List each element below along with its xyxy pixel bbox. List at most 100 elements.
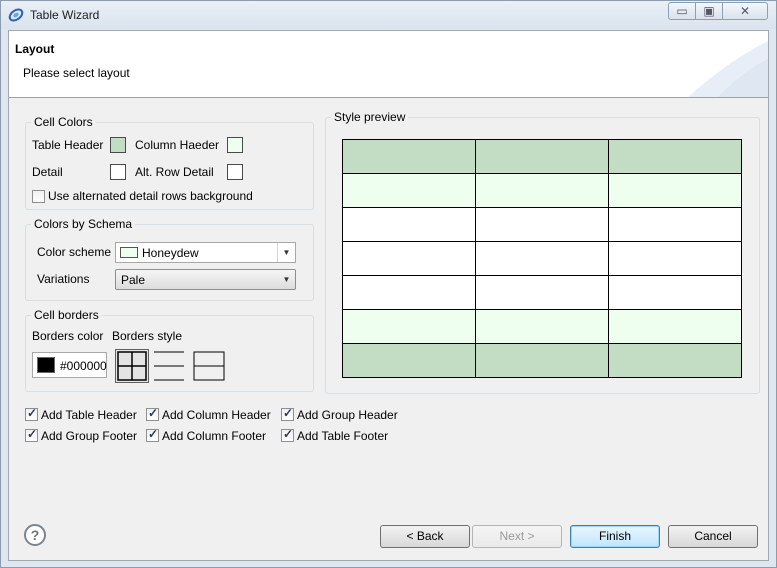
window-title: Table Wizard bbox=[30, 8, 100, 22]
color-scheme-label: Color scheme bbox=[37, 245, 112, 259]
add-column-header-checkbox[interactable]: ✓ bbox=[146, 406, 159, 421]
column-header-color-label: Column Haeder bbox=[135, 138, 220, 152]
border-style-outline-button[interactable] bbox=[192, 349, 226, 383]
add-column-footer-checkbox[interactable]: ✓ bbox=[146, 427, 159, 442]
color-scheme-swatch bbox=[120, 247, 138, 258]
preview-cell bbox=[608, 275, 742, 310]
header-decoration-icon bbox=[688, 41, 768, 97]
add-table-footer-label: Add Table Footer bbox=[297, 429, 389, 443]
add-group-footer-checkbox[interactable]: ✓ bbox=[25, 427, 38, 442]
preview-cell bbox=[342, 207, 476, 242]
cell-borders-legend: Cell borders bbox=[31, 308, 102, 322]
page-title: Layout bbox=[15, 42, 55, 56]
borders-color-chip bbox=[37, 357, 55, 373]
column-header-color-swatch[interactable] bbox=[227, 137, 243, 153]
add-column-footer-label: Add Column Footer bbox=[162, 429, 267, 443]
preview-cell bbox=[475, 241, 609, 276]
checkmark-icon: ✓ bbox=[27, 406, 38, 420]
add-group-header-checkbox[interactable]: ✓ bbox=[281, 406, 294, 421]
borders-style-label: Borders style bbox=[112, 329, 183, 343]
border-style-all-button[interactable] bbox=[115, 349, 149, 383]
title-bar: Table Wizard ▭ ▣ ✕ bbox=[1, 1, 776, 29]
borders-color-value: #000000 bbox=[60, 359, 107, 373]
preview-cell bbox=[342, 343, 476, 378]
table-wizard-window: Table Wizard ▭ ▣ ✕ Layout Please select … bbox=[0, 0, 777, 568]
close-icon: ✕ bbox=[739, 4, 751, 18]
preview-cell bbox=[342, 173, 476, 208]
wizard-client-area: Layout Please select layout Cell Colors … bbox=[8, 30, 769, 561]
detail-color-label: Detail bbox=[32, 165, 63, 179]
cell-colors-legend: Cell Colors bbox=[31, 115, 96, 129]
table-header-color-label: Table Header bbox=[32, 138, 104, 152]
preview-cell bbox=[342, 241, 476, 276]
checkmark-icon: ✓ bbox=[283, 406, 294, 420]
preview-cell bbox=[608, 207, 742, 242]
border-horizontal-icon bbox=[154, 351, 184, 381]
wizard-header: Layout Please select layout bbox=[9, 31, 768, 98]
add-table-header-label: Add Table Header bbox=[41, 408, 137, 422]
checkmark-icon: ✓ bbox=[148, 427, 159, 441]
preview-cell bbox=[608, 309, 742, 344]
preview-header-row bbox=[342, 139, 742, 174]
preview-column-footer-row bbox=[342, 309, 742, 344]
help-button[interactable]: ? bbox=[24, 524, 46, 546]
maximize-icon: ▣ bbox=[703, 4, 715, 18]
color-scheme-combo[interactable]: Honeydew ▼ bbox=[115, 242, 296, 263]
checkmark-icon: ✓ bbox=[283, 427, 294, 441]
add-column-header-label: Add Column Header bbox=[162, 408, 271, 422]
variations-value: Pale bbox=[121, 273, 146, 287]
next-button[interactable]: Next > bbox=[472, 525, 562, 548]
border-outline-icon bbox=[193, 351, 225, 381]
page-description: Please select layout bbox=[23, 66, 130, 80]
preview-cell bbox=[475, 207, 609, 242]
variations-select[interactable]: Pale ▼ bbox=[115, 269, 296, 290]
add-table-footer-checkbox[interactable]: ✓ bbox=[281, 427, 294, 442]
app-logo-icon bbox=[8, 8, 24, 22]
close-button[interactable]: ✕ bbox=[722, 2, 768, 20]
style-preview-table bbox=[342, 139, 742, 378]
preview-cell bbox=[608, 241, 742, 276]
style-preview-legend: Style preview bbox=[331, 110, 409, 124]
back-button[interactable]: < Back bbox=[380, 525, 470, 548]
preview-cell bbox=[475, 139, 609, 174]
preview-cell bbox=[342, 275, 476, 310]
add-table-header-checkbox[interactable]: ✓ bbox=[25, 406, 38, 421]
minimize-button[interactable]: ▭ bbox=[668, 2, 696, 20]
preview-detail-row bbox=[342, 207, 742, 242]
preview-cell bbox=[475, 173, 609, 208]
border-style-horizontal-button[interactable] bbox=[152, 349, 186, 383]
preview-cell bbox=[475, 343, 609, 378]
preview-cell bbox=[342, 309, 476, 344]
checkmark-icon: ✓ bbox=[148, 406, 159, 420]
chevron-down-icon[interactable]: ▼ bbox=[277, 243, 295, 262]
help-icon: ? bbox=[30, 527, 40, 543]
add-group-header-label: Add Group Header bbox=[297, 408, 398, 422]
preview-cell bbox=[342, 139, 476, 174]
preview-cell bbox=[608, 343, 742, 378]
borders-color-label: Borders color bbox=[32, 329, 104, 343]
alt-row-detail-color-swatch[interactable] bbox=[227, 164, 243, 180]
table-header-color-swatch[interactable] bbox=[110, 137, 126, 153]
add-group-footer-label: Add Group Footer bbox=[41, 429, 138, 443]
colors-by-schema-legend: Colors by Schema bbox=[31, 217, 136, 231]
cancel-button[interactable]: Cancel bbox=[668, 525, 758, 548]
border-all-icon bbox=[117, 351, 147, 381]
checkmark-icon: ✓ bbox=[27, 427, 38, 441]
maximize-button[interactable]: ▣ bbox=[695, 2, 723, 20]
detail-color-swatch[interactable] bbox=[110, 164, 126, 180]
preview-detail-row bbox=[342, 275, 742, 310]
minimize-icon: ▭ bbox=[676, 4, 688, 18]
preview-cell bbox=[475, 275, 609, 310]
preview-footer-row bbox=[342, 343, 742, 378]
variations-label: Variations bbox=[37, 272, 90, 286]
color-scheme-value: Honeydew bbox=[142, 246, 199, 260]
finish-button[interactable]: Finish bbox=[570, 525, 660, 548]
use-alternated-rows-label: Use alternated detail rows background bbox=[48, 189, 253, 203]
preview-cell bbox=[608, 139, 742, 174]
alt-row-detail-color-label: Alt. Row Detail bbox=[135, 165, 214, 179]
use-alternated-rows-checkbox[interactable] bbox=[32, 190, 45, 203]
borders-color-picker[interactable]: #000000 bbox=[32, 352, 107, 378]
preview-cell bbox=[475, 309, 609, 344]
chevron-down-icon: ▼ bbox=[282, 275, 291, 284]
preview-cell bbox=[608, 173, 742, 208]
